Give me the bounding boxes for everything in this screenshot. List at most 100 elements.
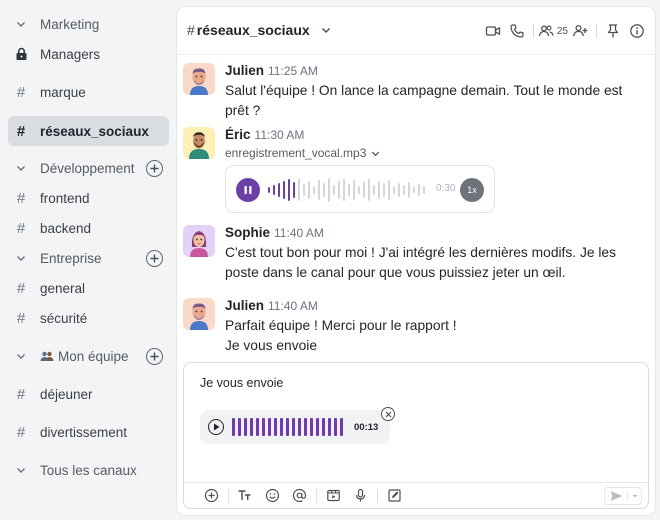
sidebar-section-entreprise[interactable]: Entreprise (8, 244, 169, 272)
divider (596, 24, 597, 38)
mention-icon[interactable] (289, 485, 311, 507)
author-name[interactable]: Sophie (225, 225, 270, 240)
sidebar-item-label: Mon équipe (58, 348, 129, 364)
chevron-down-icon (8, 18, 34, 30)
channel-name: réseaux_sociaux (196, 22, 310, 38)
hash-icon: # (16, 83, 26, 101)
sidebar-item-label: sécurité (40, 310, 88, 326)
sidebar-item-label: Développement (40, 160, 135, 176)
message: Éric 11:30 AM enregistrement_vocal.mp3 0:… (183, 127, 643, 219)
video-call-icon[interactable] (481, 21, 505, 41)
sidebar-item-label: Marketing (40, 16, 100, 32)
divider (377, 488, 378, 503)
sidebar-section-developpement[interactable]: Développement (8, 154, 169, 182)
sidebar-section-marketing[interactable]: Marketing (8, 10, 169, 38)
video-clip-icon[interactable] (322, 485, 344, 507)
sidebar-item-label: divertissement (40, 424, 128, 440)
playback-speed-button[interactable]: 1x (460, 178, 484, 202)
sidebar-item-securite[interactable]: # sécurité (8, 304, 169, 332)
timestamp: 11:30 AM (254, 128, 305, 142)
message-line: Parfait équipe ! Merci pour le rapport ! (225, 318, 457, 333)
message-header: Julien 11:40 AM (225, 298, 318, 313)
audio-duration: 0:30 (436, 183, 456, 194)
hash-icon: # (16, 385, 26, 403)
sidebar-item-label: Managers (40, 46, 101, 62)
sidebar-item-frontend[interactable]: # frontend (8, 184, 169, 212)
hash-icon: # (16, 189, 26, 207)
audio-waveform[interactable] (268, 176, 425, 204)
sidebar-item-label: backend (40, 220, 92, 236)
microphone-icon[interactable] (350, 485, 372, 507)
add-channel-button[interactable] (146, 159, 163, 177)
sidebar-item-label: marque (40, 84, 86, 100)
hash-icon: # (16, 309, 26, 327)
pin-icon[interactable] (601, 21, 625, 41)
message-line: Je vous envoie (225, 338, 318, 353)
text-format-icon[interactable] (234, 485, 256, 507)
sidebar-item-backend[interactable]: # backend (8, 214, 169, 242)
sidebar-item-label: frontend (40, 190, 90, 206)
sidebar-item-marque[interactable]: # marque (8, 78, 169, 106)
compose-icon[interactable] (383, 485, 405, 507)
chevron-down-icon (8, 252, 34, 264)
play-button[interactable] (208, 419, 224, 435)
author-name[interactable]: Éric (225, 127, 251, 142)
pause-button[interactable] (236, 178, 260, 202)
voice-waveform (232, 418, 343, 436)
file-name: enregistrement_vocal.mp3 (225, 146, 367, 160)
sidebar-section-mon-equipe[interactable]: Mon équipe (8, 342, 169, 370)
add-attachment-icon[interactable] (200, 485, 222, 507)
author-name[interactable]: Julien (225, 298, 264, 313)
sidebar-item-dejeuner[interactable]: # déjeuner (8, 380, 169, 408)
composer-toolbar (184, 482, 648, 508)
chevron-down-icon (8, 162, 34, 174)
author-name[interactable]: Julien (225, 63, 264, 78)
sidebar-section-tous-les-canaux[interactable]: Tous les canaux (8, 456, 169, 484)
message: Sophie 11:40 AM C'est tout bon pour moi !… (183, 225, 643, 287)
message-composer[interactable]: Je vous envoie 00:13 (183, 362, 649, 509)
sidebar-item-managers[interactable]: Managers (8, 40, 169, 68)
sidebar-item-general[interactable]: # general (8, 274, 169, 302)
members-icon (538, 23, 554, 39)
channel-header: # réseaux_sociaux 25 (177, 7, 655, 55)
divider (227, 488, 229, 503)
sidebar-item-reseaux-sociaux[interactable]: # réseaux_sociaux (8, 116, 169, 146)
avatar-eric[interactable] (183, 127, 215, 159)
avatar-sophie[interactable] (183, 225, 215, 257)
avatar-julien[interactable] (183, 63, 215, 95)
sidebar-item-label: Tous les canaux (40, 462, 137, 478)
composer-input[interactable]: Je vous envoie (200, 376, 283, 390)
avatar-julien[interactable] (183, 298, 215, 330)
team-icon (40, 351, 54, 364)
sidebar-item-label-wrap: Mon équipe (34, 349, 129, 364)
message-header: Éric 11:30 AM (225, 127, 304, 142)
members-button[interactable]: 25 (538, 21, 568, 41)
message-text: Parfait équipe ! Merci pour le rapport !… (225, 316, 635, 356)
hash-icon: # (16, 219, 26, 237)
chevron-down-icon[interactable] (627, 492, 641, 500)
sidebar-item-label: déjeuner (40, 386, 93, 402)
emoji-icon[interactable] (261, 485, 283, 507)
message: Julien 11:25 AM Salut l'équipe ! On lance… (183, 63, 643, 125)
remove-voice-button[interactable] (381, 407, 395, 421)
sidebar-item-label: Entreprise (40, 250, 102, 266)
divider (532, 24, 534, 38)
voice-duration: 00:13 (354, 422, 379, 433)
pause-icon (243, 185, 253, 195)
attachment-name[interactable]: enregistrement_vocal.mp3 (225, 146, 381, 160)
hash-icon: # (16, 279, 26, 297)
add-channel-button[interactable] (146, 249, 163, 267)
phone-icon[interactable] (505, 21, 529, 41)
sidebar-item-divertissement[interactable]: # divertissement (8, 418, 169, 446)
close-icon (385, 411, 392, 418)
add-channel-button[interactable] (146, 347, 163, 365)
message-text: C'est tout bon pour moi ! J'ai intégré l… (225, 245, 617, 280)
info-icon[interactable] (625, 21, 649, 41)
sidebar: Marketing Managers # marque # réseaux_so… (0, 0, 176, 520)
timestamp: 11:40 AM (274, 226, 324, 240)
add-member-icon[interactable] (568, 21, 592, 41)
channel-title[interactable]: # réseaux_sociaux (187, 22, 332, 38)
send-icon[interactable] (605, 490, 627, 502)
divider (316, 488, 317, 503)
timestamp: 11:25 AM (268, 64, 318, 78)
